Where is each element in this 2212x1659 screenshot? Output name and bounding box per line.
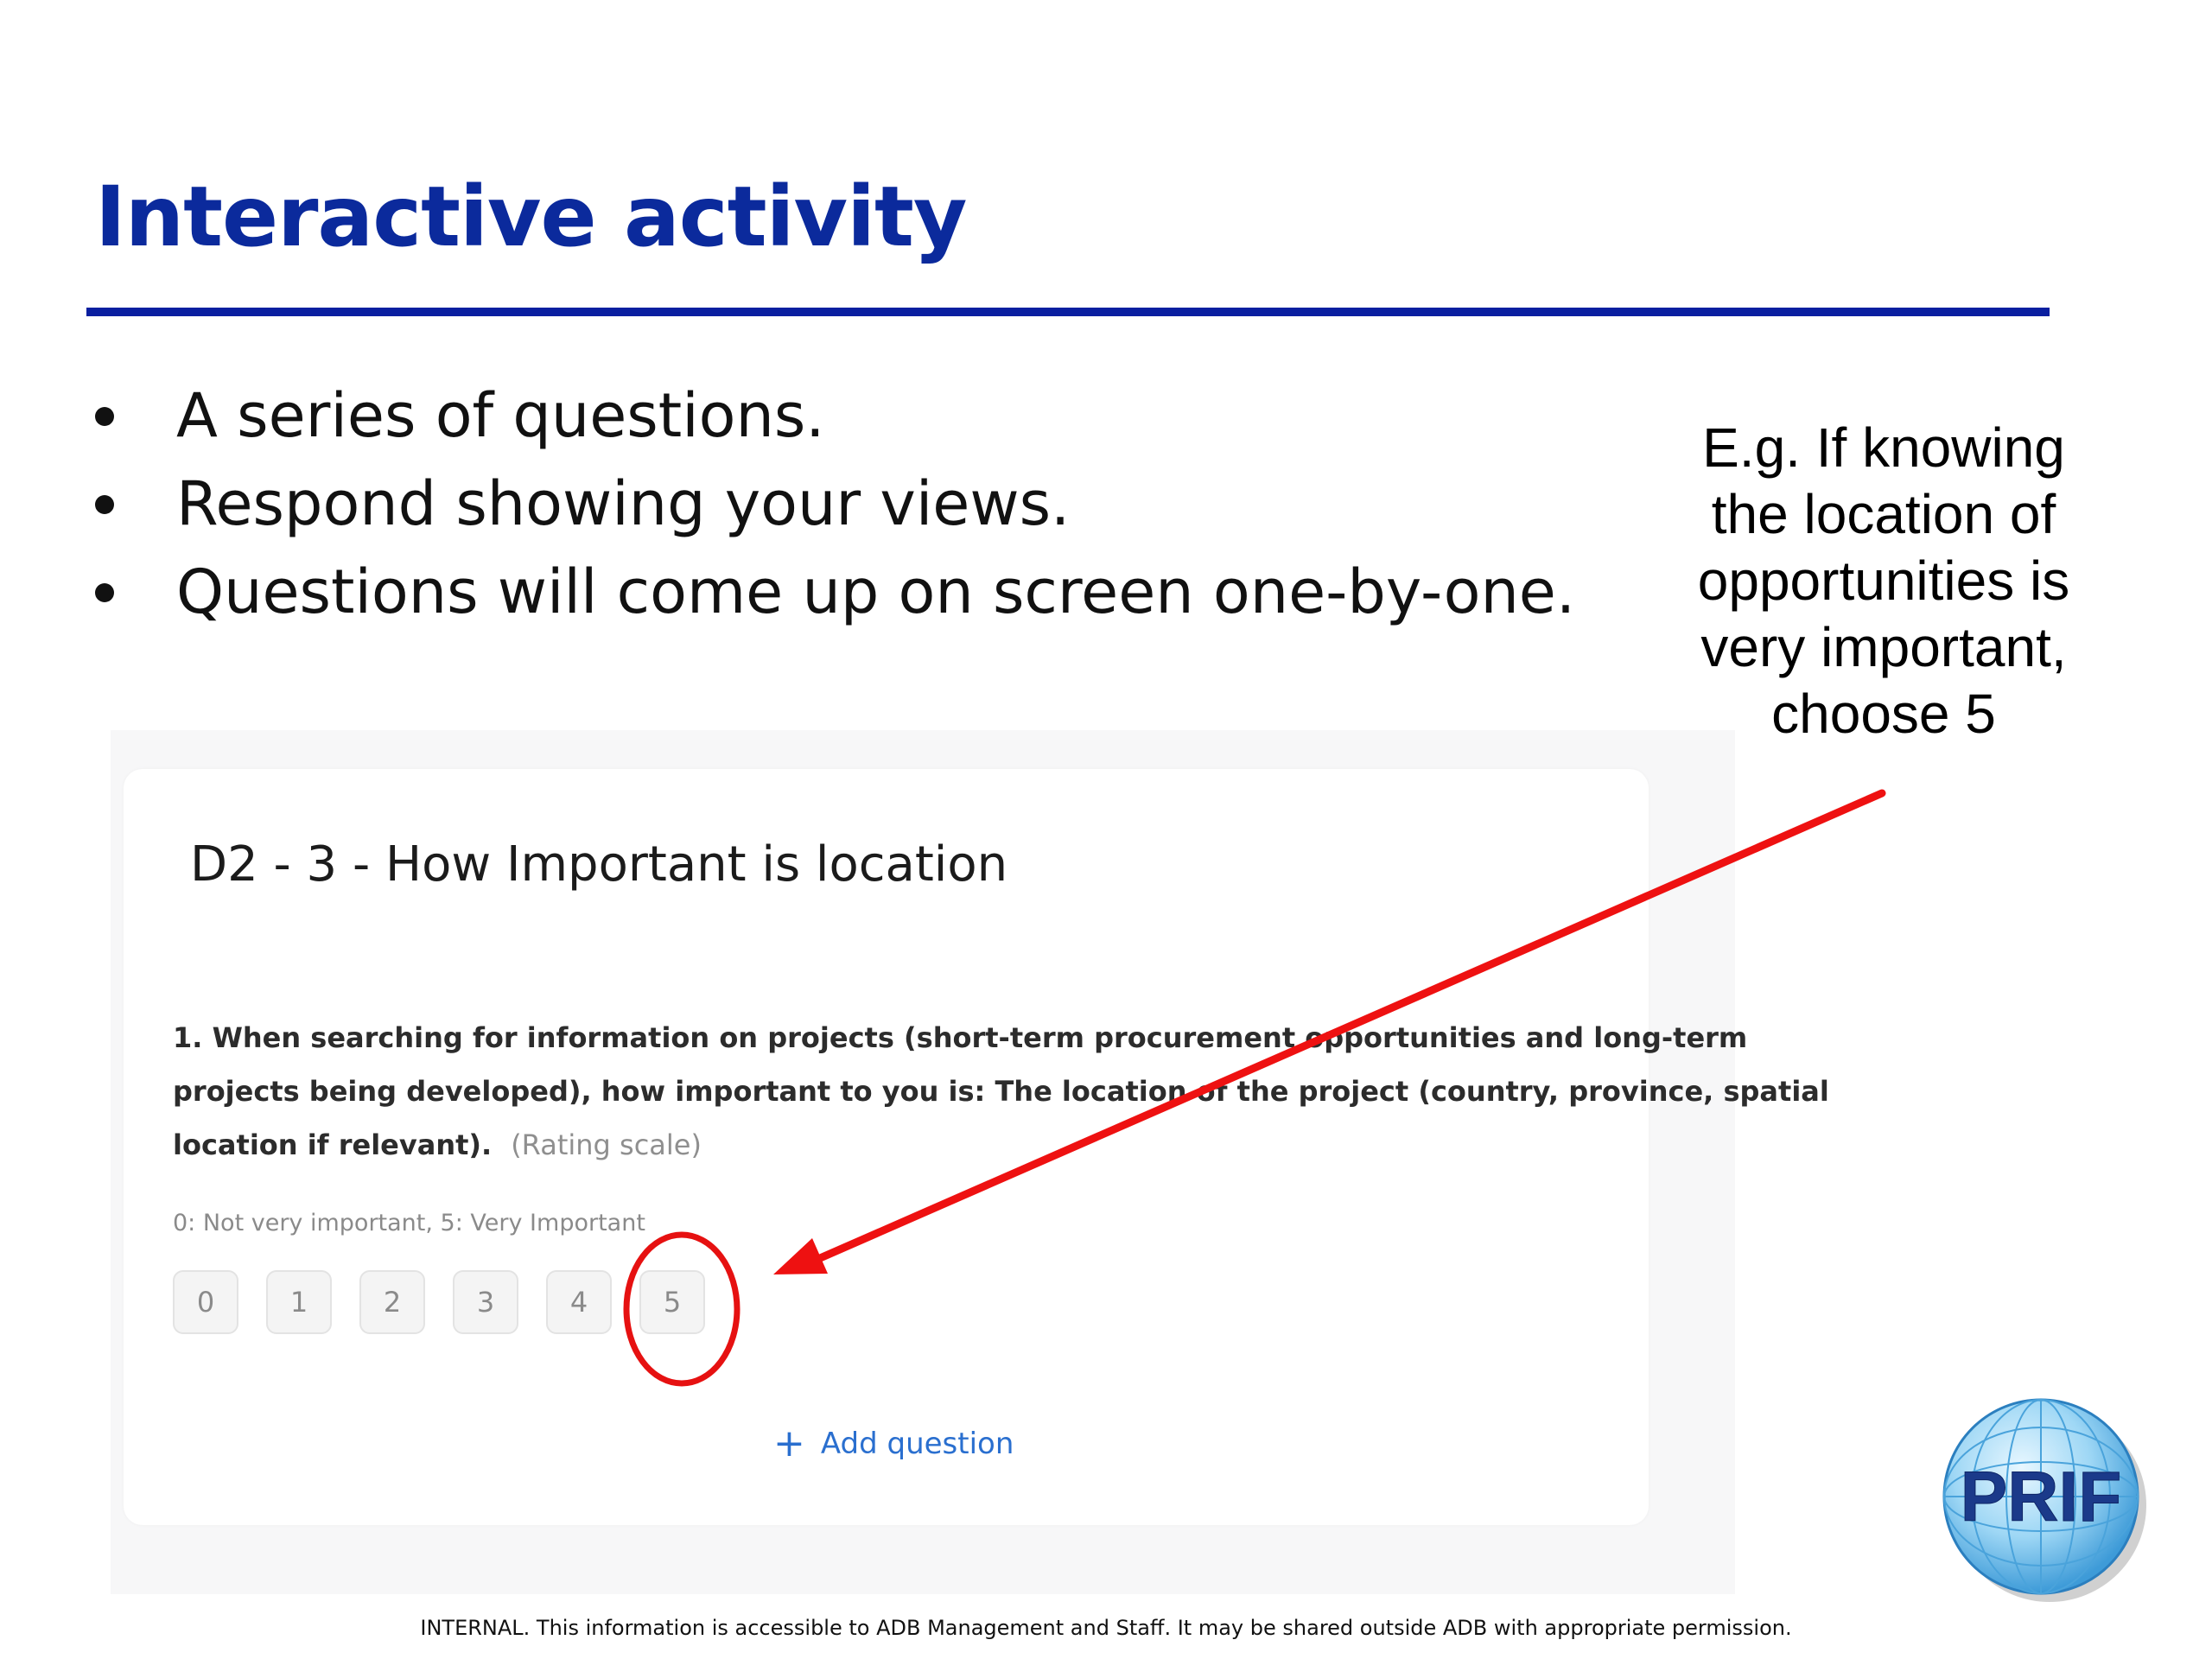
bullet-list: A series of questions. Respond showing y…: [86, 372, 1575, 636]
bullet-text: A series of questions.: [176, 380, 825, 451]
bullet-item: Questions will come up on screen one-by-…: [86, 548, 1575, 636]
question-line: projects being developed), how important…: [173, 1065, 1829, 1118]
question-line-text: projects being developed), how important…: [173, 1075, 1829, 1108]
question-type-label: (Rating scale): [511, 1128, 702, 1161]
globe-logo-icon: PRIF: [1942, 1398, 2146, 1602]
bullet-dot-icon: [95, 495, 114, 514]
bullet-item: Respond showing your views.: [86, 460, 1575, 548]
example-callout: E.g. If knowing the location of opportun…: [1659, 415, 2108, 747]
bullet-dot-icon: [95, 583, 114, 602]
question-text: 1. When searching for information on pro…: [173, 1011, 1829, 1172]
slide: Interactive activity A series of questio…: [0, 0, 2212, 1659]
example-line: opportunities is: [1697, 550, 2070, 612]
plus-icon: +: [773, 1421, 805, 1465]
rating-option-4[interactable]: 4: [546, 1270, 612, 1334]
rating-option-1[interactable]: 1: [266, 1270, 332, 1334]
question-line: location if relevant). (Rating scale): [173, 1118, 1590, 1172]
question-line-text: location if relevant).: [173, 1128, 493, 1161]
footer-disclaimer: INTERNAL. This information is accessible…: [420, 1616, 1792, 1640]
rating-option-2[interactable]: 2: [359, 1270, 425, 1334]
bullet-text: Questions will come up on screen one-by-…: [176, 556, 1576, 627]
add-question-button[interactable]: + Add question: [773, 1421, 1014, 1465]
title-underline: [86, 308, 2050, 316]
rating-scale-hint: 0: Not very important, 5: Very Important: [173, 1210, 645, 1236]
example-line: very important,: [1700, 616, 2067, 678]
add-question-label: Add question: [820, 1427, 1014, 1461]
bullet-item: A series of questions.: [86, 372, 1575, 460]
example-line: the location of: [1711, 483, 2056, 545]
rating-option-3[interactable]: 3: [453, 1270, 518, 1334]
logo-text: PRIF: [1961, 1458, 2122, 1536]
question-line: 1. When searching for information on pro…: [173, 1021, 1748, 1054]
prif-logo: PRIF: [1936, 1391, 2152, 1607]
rating-option-5[interactable]: 5: [639, 1270, 705, 1334]
bullet-text: Respond showing your views.: [176, 468, 1071, 539]
bullet-dot-icon: [95, 407, 114, 426]
question-title: D2 - 3 - How Important is location: [190, 836, 1008, 893]
rating-option-0[interactable]: 0: [173, 1270, 238, 1334]
example-line: E.g. If knowing: [1702, 416, 2065, 479]
slide-title: Interactive activity: [95, 168, 967, 265]
